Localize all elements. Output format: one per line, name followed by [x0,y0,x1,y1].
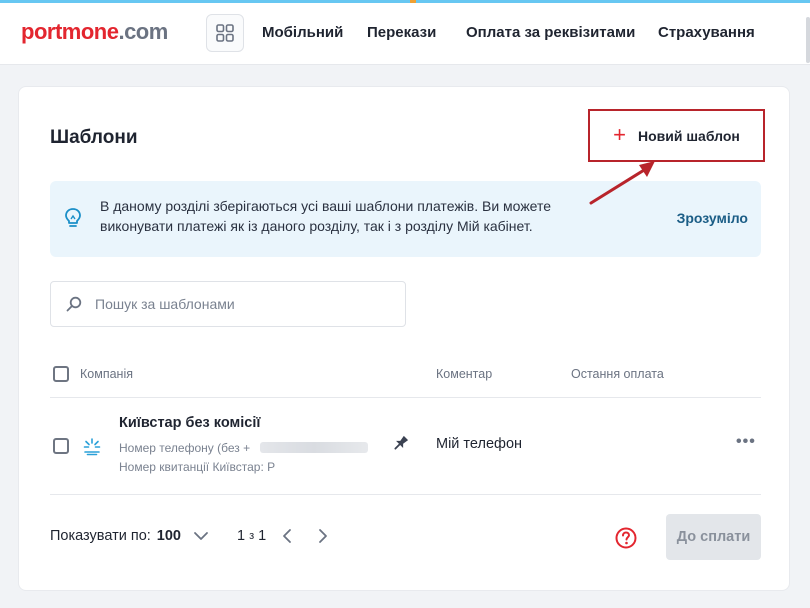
lightbulb-icon [65,208,81,227]
column-company[interactable]: Компанія [80,367,133,381]
company-name[interactable]: Київстар без комісії [119,415,260,431]
table-header: Компанія Коментар Остання оплата [50,362,761,398]
company-detail-phone: Номер телефону (без + [119,441,251,455]
page-total: 1 [258,528,267,544]
grid-icon [216,24,234,42]
site-header: portmone.com Мобільний Перекази Оплата з… [0,3,810,65]
new-template-label: Новий шаблон [638,127,740,144]
template-search [50,281,406,327]
page-size-label: Показувати по: [50,528,151,544]
company-detail-receipt: Номер квитанції Київстар: Р [119,460,276,474]
logo-brand: portmone [21,19,119,44]
search-input[interactable] [95,294,395,314]
page-current: 1 [237,528,246,544]
pagination: 1 з 1 [237,528,340,544]
search-icon [66,296,82,312]
nav-payment-by-details[interactable]: Оплата за реквізитами [466,24,635,41]
info-text: В даному розділі зберігаються усі ваші ш… [100,198,552,234]
page-size-value[interactable]: 100 [157,528,181,544]
nav-transfers[interactable]: Перекази [367,24,436,41]
plus-icon: + [613,121,626,147]
logo-domain: .com [118,19,168,44]
apps-menu-button[interactable] [206,14,244,52]
nav-insurance[interactable]: Страхування [658,24,755,41]
redacted-value [260,442,368,453]
help-icon[interactable] [615,527,637,549]
select-all-checkbox[interactable] [53,366,69,382]
pin-icon[interactable] [392,434,410,452]
chevron-left-icon[interactable] [276,528,306,544]
chevron-down-icon[interactable] [193,531,209,541]
table-row[interactable]: Київстар без комісії Номер телефону (без… [50,398,761,495]
chevron-right-icon[interactable] [310,528,340,544]
templates-card: Шаблони + Новий шаблон В даному розділі … [18,86,790,591]
kyivstar-star-icon [83,438,101,456]
more-options-icon[interactable]: ••• [736,433,756,451]
nav-mobile[interactable]: Мобільний [262,24,343,41]
portmone-logo[interactable]: portmone.com [21,19,168,45]
pay-button[interactable]: До сплати [666,514,761,560]
column-last-payment[interactable]: Остання оплата [571,367,664,381]
template-comment: Мій телефон [436,436,523,452]
header-scrollbar[interactable] [806,17,810,63]
new-template-button[interactable]: + Новий шаблон [588,109,765,162]
page-title: Шаблони [50,127,138,148]
row-checkbox[interactable] [53,438,69,454]
column-comment[interactable]: Коментар [436,367,492,381]
annotation-arrow [589,161,655,205]
page-of: з [249,530,255,542]
page-size-selector: Показувати по: 100 [50,528,209,544]
